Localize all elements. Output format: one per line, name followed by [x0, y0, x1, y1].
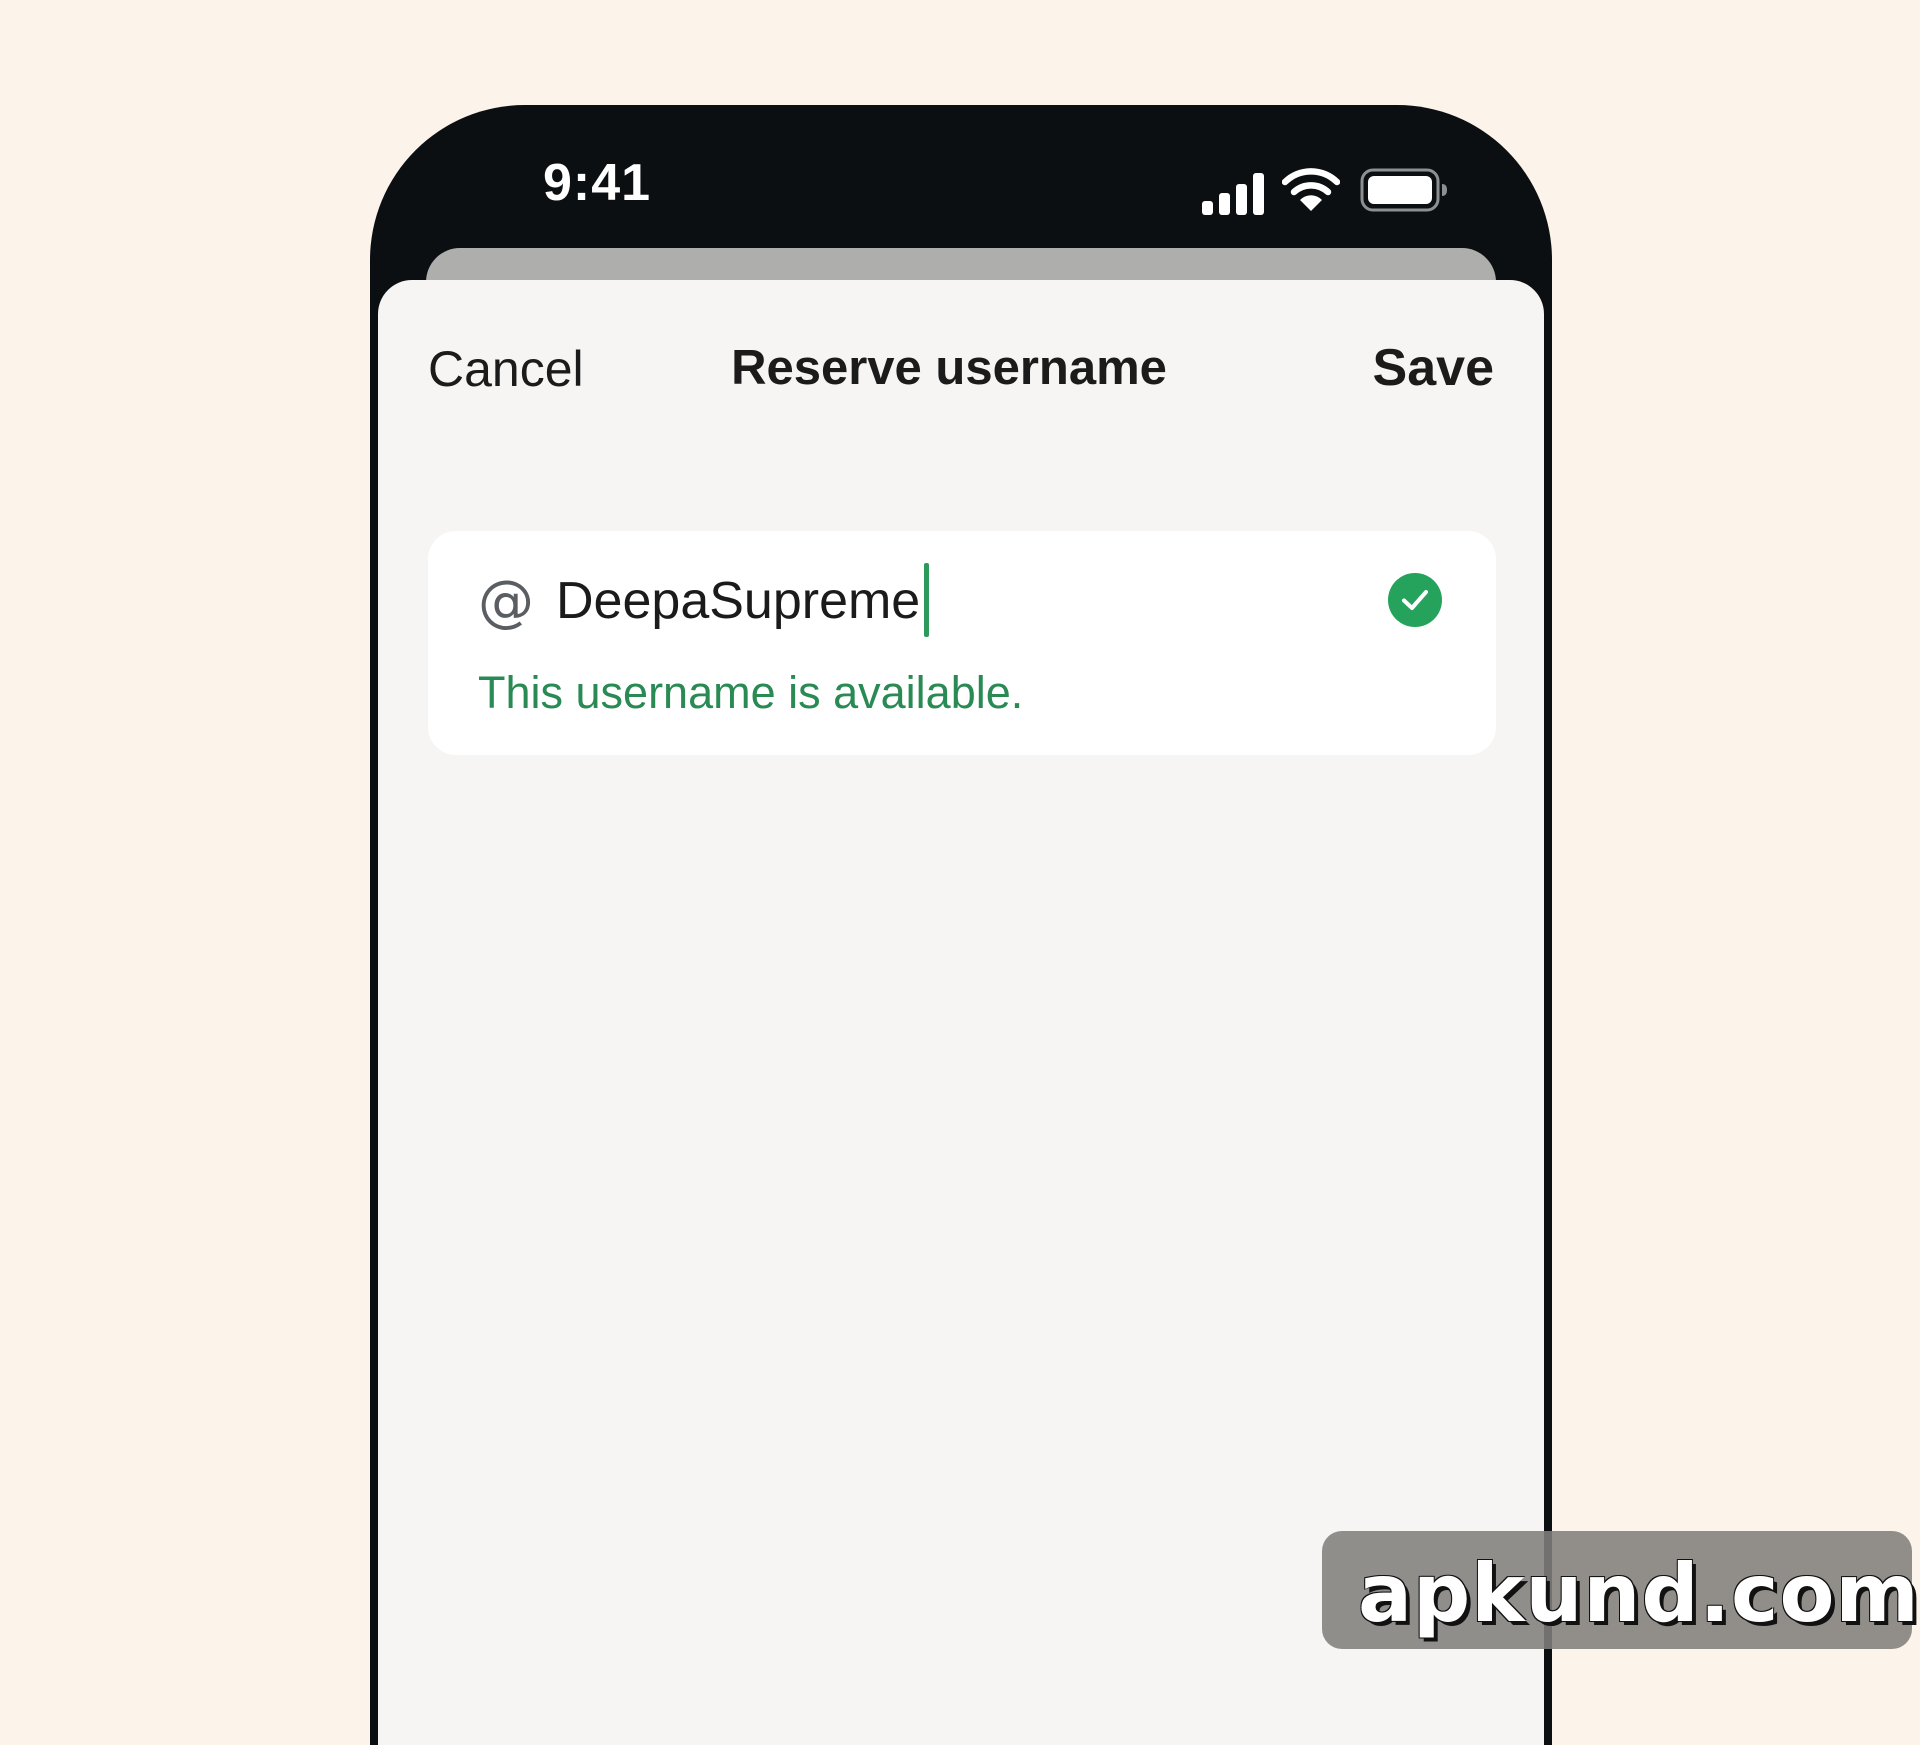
- cancel-button[interactable]: Cancel: [428, 340, 584, 398]
- text-cursor: [924, 563, 929, 637]
- status-bar: 9:41: [370, 105, 1552, 245]
- at-prefix: @: [478, 569, 534, 634]
- cellular-signal-icon: [1202, 173, 1264, 215]
- watermark-text: apkund.com: [1358, 1547, 1920, 1640]
- username-card: @ This username is available.: [428, 531, 1496, 755]
- nav-bar: Cancel Reserve username Save: [378, 280, 1544, 430]
- save-button[interactable]: Save: [1373, 338, 1494, 398]
- checkmark-circle-icon: [1388, 573, 1442, 627]
- watermark: apkund.com: [1322, 1531, 1919, 1649]
- username-input[interactable]: [556, 561, 1316, 641]
- phone-frame: 9:41 Cancel Reserve username Save @ Deep…: [370, 105, 1552, 1745]
- availability-message: This username is available.: [478, 667, 1024, 718]
- page-title-text: Reserve username: [731, 341, 1167, 395]
- wifi-icon: [1282, 168, 1340, 211]
- reserve-username-sheet: Cancel Reserve username Save @ This user…: [378, 280, 1544, 1745]
- battery-icon: [1360, 168, 1447, 212]
- status-time: 9:41: [543, 154, 652, 212]
